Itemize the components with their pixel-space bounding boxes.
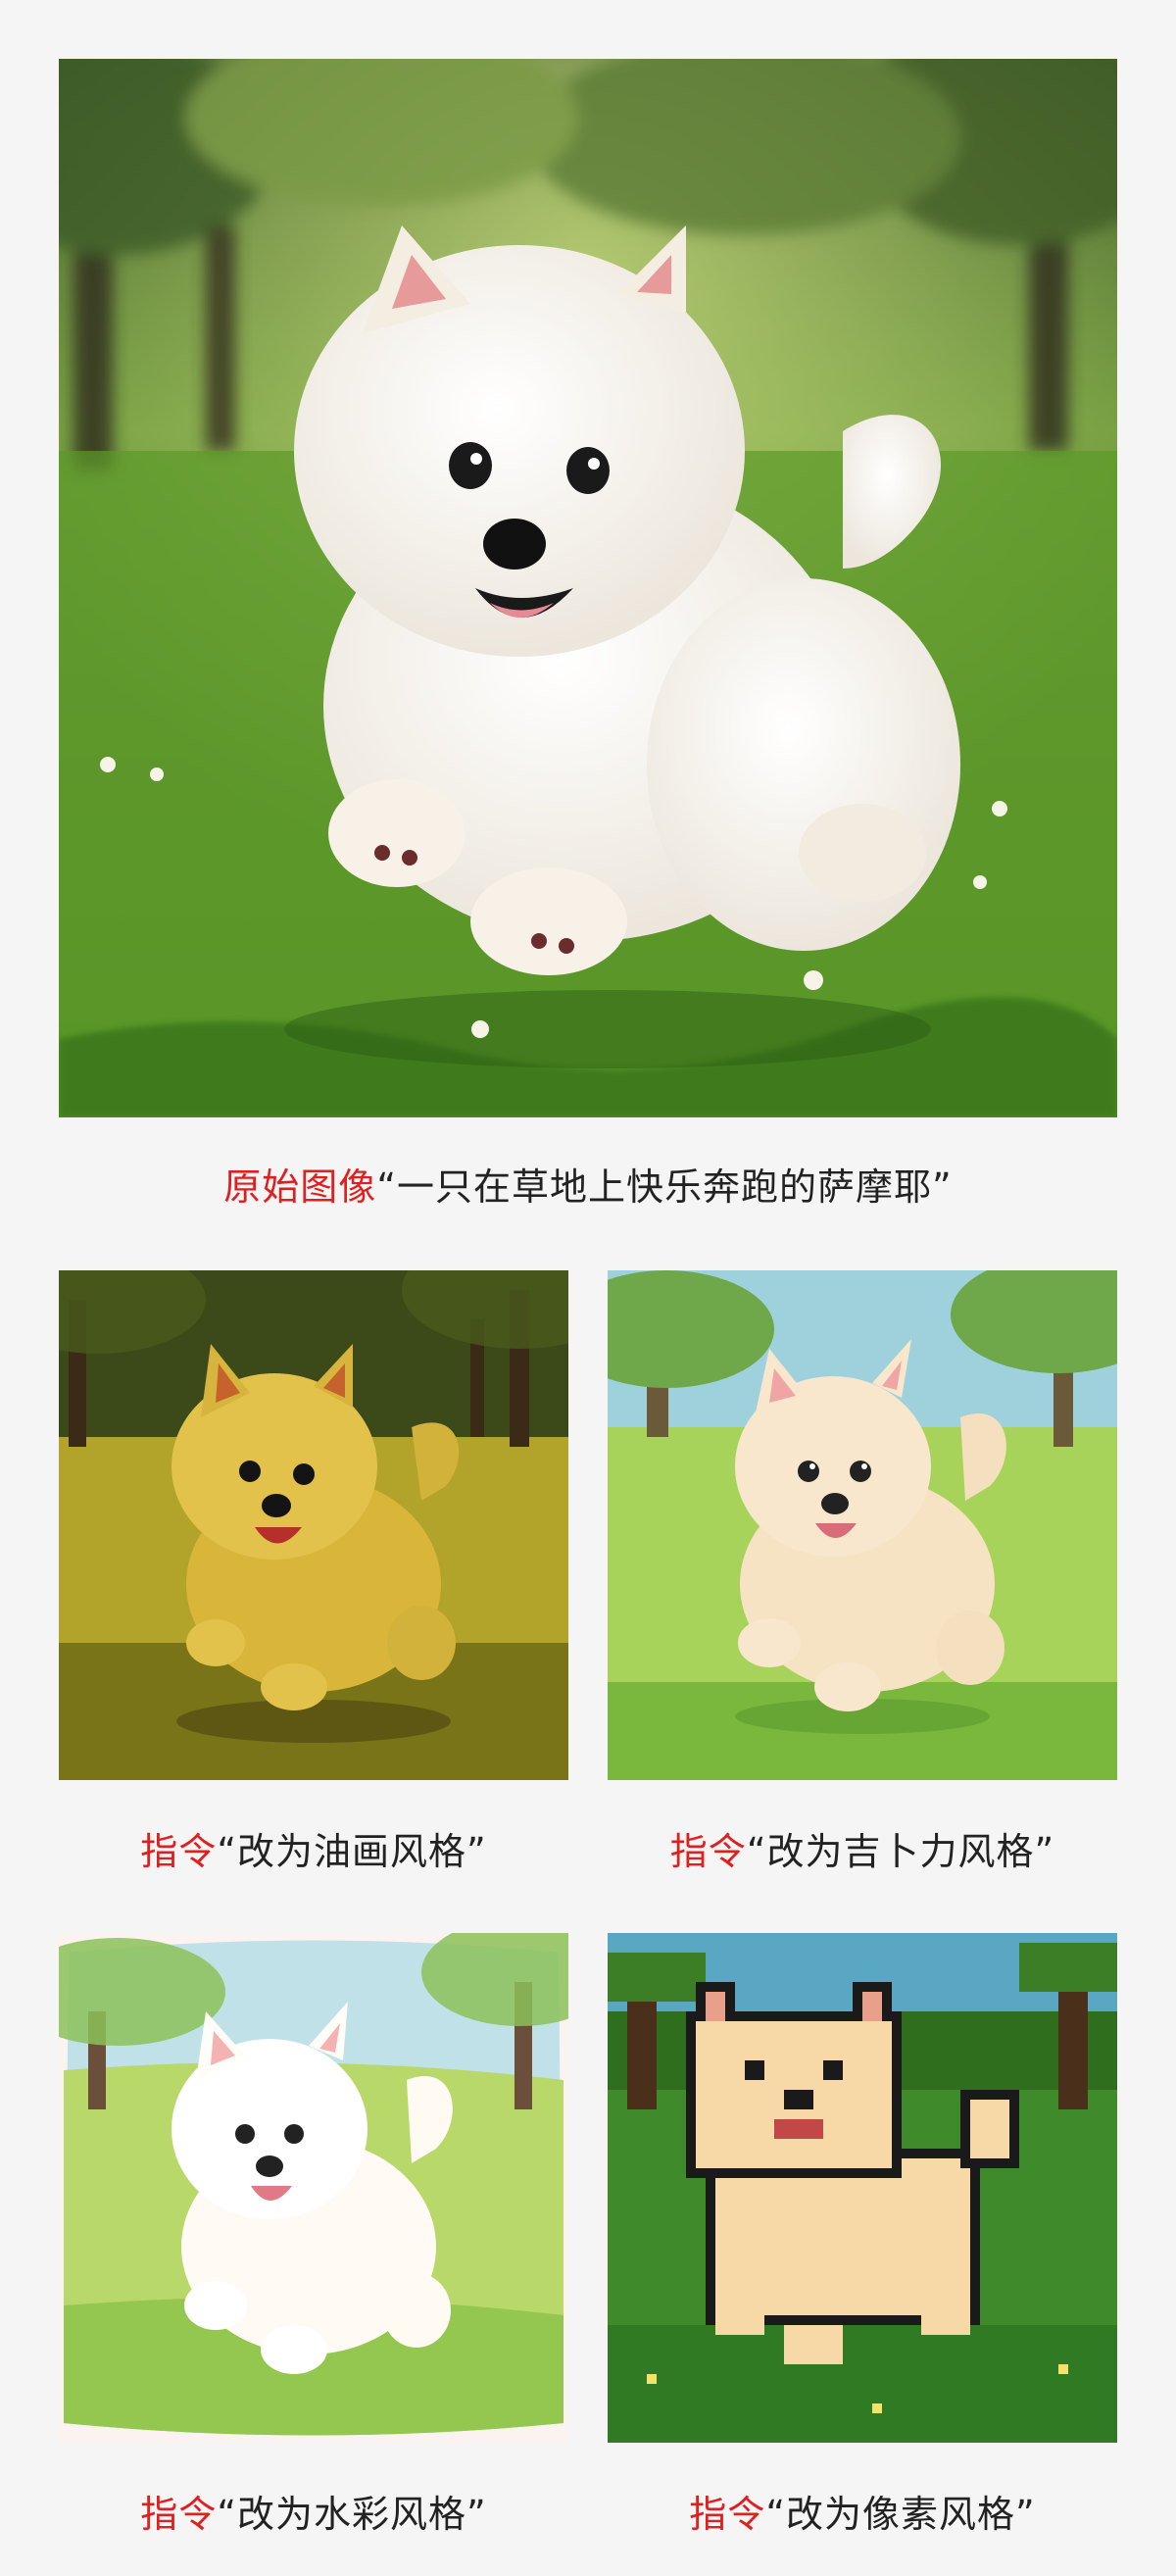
original-caption: 原始图像“一只在草地上快乐奔跑的萨摩耶”	[0, 1157, 1176, 1211]
caption-text: “改为像素风格”	[765, 2493, 1036, 2536]
caption-text: “一只在草地上快乐奔跑的萨摩耶”	[376, 1165, 953, 1209]
caption-label: 指令	[669, 1830, 747, 1873]
caption-label: 指令	[140, 2493, 218, 2536]
watercolor-caption: 指令“改为水彩风格”	[59, 2484, 568, 2538]
caption-text: “改为油画风格”	[217, 1830, 487, 1873]
watercolor-variant	[59, 1933, 568, 2443]
caption-label: 指令	[140, 1830, 218, 1873]
caption-text: “改为吉卜力风格”	[746, 1830, 1055, 1873]
oil-painting-variant	[59, 1270, 568, 1780]
pixel-caption: 指令“改为像素风格”	[608, 2484, 1117, 2538]
caption-label: 指令	[689, 2493, 766, 2536]
caption-label: 原始图像	[223, 1165, 377, 1209]
ghibli-caption: 指令“改为吉卜力风格”	[608, 1821, 1117, 1875]
ghibli-variant	[608, 1270, 1117, 1780]
original-photo	[59, 59, 1117, 1117]
pixel-art-variant	[608, 1933, 1117, 2443]
caption-text: “改为水彩风格”	[217, 2493, 487, 2536]
oil-caption: 指令“改为油画风格”	[59, 1821, 568, 1875]
